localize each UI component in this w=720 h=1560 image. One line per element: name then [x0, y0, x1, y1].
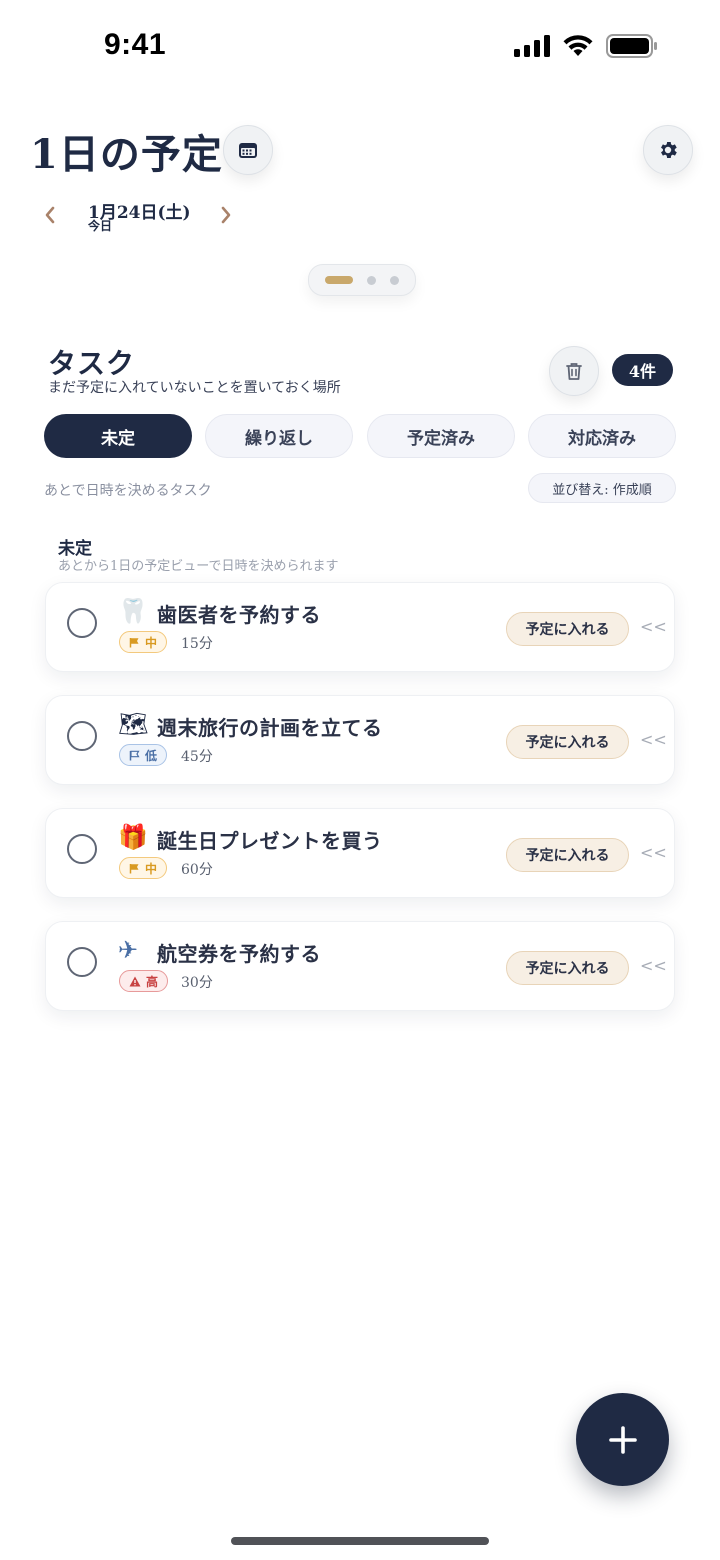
- task-duration: 45分: [181, 749, 213, 765]
- calendar-button[interactable]: [223, 125, 273, 175]
- task-title: 週末旅行の計画を立てる: [157, 716, 383, 740]
- task-duration: 15分: [181, 636, 213, 652]
- task-count-badge: 4件: [612, 354, 673, 386]
- task-card[interactable]: 🦷 歯医者を予約する 中 15分 予定に入れる <<: [45, 582, 675, 672]
- section-title: タスク: [48, 347, 136, 380]
- calendar-icon: [239, 143, 257, 158]
- group-subtitle: あとから1日の予定ビューで日時を決められます: [58, 559, 339, 574]
- schedule-button[interactable]: 予定に入れる: [506, 612, 629, 646]
- flag-icon: [129, 637, 139, 647]
- tab-done[interactable]: 対応済み: [528, 414, 676, 458]
- flag-icon: [129, 863, 139, 873]
- swipe-hint-icon: <<: [640, 617, 667, 636]
- page-indicator[interactable]: [308, 264, 416, 296]
- status-icons: [514, 34, 658, 58]
- trash-icon: [566, 363, 582, 380]
- tab-recurring[interactable]: 繰り返し: [205, 414, 353, 458]
- task-card[interactable]: ✈ 航空券を予約する 高 30分 予定に入れる <<: [45, 921, 675, 1011]
- task-title: 誕生日プレゼントを買う: [157, 829, 383, 853]
- priority-badge: 高: [119, 970, 169, 992]
- schedule-button[interactable]: 予定に入れる: [506, 725, 629, 759]
- airplane-emoji-icon: ✈: [118, 936, 139, 964]
- settings-button[interactable]: [643, 125, 693, 175]
- status-time: 9:41: [104, 28, 167, 61]
- map-emoji-icon: 🗺: [118, 710, 149, 738]
- tab-scheduled[interactable]: 予定済み: [367, 414, 515, 458]
- gift-emoji-icon: 🎁: [118, 823, 148, 851]
- page-dot: [367, 275, 376, 285]
- priority-badge: 中: [119, 631, 168, 653]
- wifi-icon: [563, 35, 593, 56]
- next-day-button[interactable]: [214, 200, 238, 230]
- flag-outline-icon: [129, 750, 140, 760]
- swipe-hint-icon: <<: [640, 956, 667, 975]
- warning-icon: [129, 976, 141, 986]
- gear-icon: [661, 142, 677, 158]
- signal-icon: [514, 35, 550, 57]
- priority-label: 中: [145, 635, 158, 650]
- tab-undecided[interactable]: 未定: [44, 414, 192, 458]
- section-subtitle: まだ予定に入れていないことを置いておく場所: [48, 380, 341, 396]
- tooth-emoji-icon: 🦷: [118, 597, 148, 625]
- priority-label: 中: [145, 861, 158, 876]
- add-task-button[interactable]: [576, 1393, 669, 1486]
- sort-button[interactable]: 並び替え: 作成順: [528, 473, 676, 503]
- task-duration: 60分: [181, 862, 213, 878]
- page-dot: [390, 275, 399, 285]
- priority-badge: 中: [119, 857, 168, 879]
- task-title: 歯医者を予約する: [157, 603, 321, 627]
- task-checkbox[interactable]: [67, 608, 97, 638]
- task-checkbox[interactable]: [67, 947, 97, 977]
- tab-hint: あとで日時を決めるタスク: [44, 483, 212, 499]
- swipe-hint-icon: <<: [640, 843, 667, 862]
- task-duration: 30分: [181, 975, 213, 991]
- page-dot-active: [325, 276, 353, 284]
- priority-label: 高: [146, 974, 159, 989]
- task-card[interactable]: 🎁 誕生日プレゼントを買う 中 60分 予定に入れる <<: [45, 808, 675, 898]
- today-label: 今日: [88, 219, 113, 233]
- task-checkbox[interactable]: [67, 834, 97, 864]
- schedule-button[interactable]: 予定に入れる: [506, 951, 629, 985]
- schedule-button[interactable]: 予定に入れる: [506, 838, 629, 872]
- page-title: 1日の予定: [30, 131, 223, 178]
- priority-badge: 低: [119, 744, 168, 766]
- chevron-left-icon: [45, 206, 55, 224]
- task-title: 航空券を予約する: [157, 942, 321, 966]
- previous-day-button[interactable]: [38, 200, 62, 230]
- delete-button[interactable]: [549, 346, 599, 396]
- swipe-hint-icon: <<: [640, 730, 667, 749]
- plus-icon: [608, 1425, 637, 1454]
- chevron-right-icon: [221, 206, 231, 224]
- task-checkbox[interactable]: [67, 721, 97, 751]
- task-card[interactable]: 🗺 週末旅行の計画を立てる 低 45分 予定に入れる <<: [45, 695, 675, 785]
- home-indicator[interactable]: [231, 1537, 489, 1545]
- battery-icon: [606, 34, 657, 58]
- priority-label: 低: [145, 748, 158, 763]
